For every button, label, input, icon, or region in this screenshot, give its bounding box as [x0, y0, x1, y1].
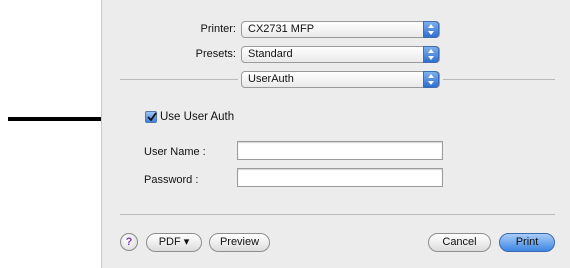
- panel-value: UserAuth: [248, 73, 294, 85]
- panel-popup[interactable]: UserAuth: [241, 71, 440, 88]
- print-button[interactable]: Print: [499, 233, 555, 252]
- presets-label: Presets:: [195, 48, 236, 60]
- preview-button[interactable]: Preview: [209, 233, 270, 252]
- password-field[interactable]: [237, 168, 443, 187]
- checkmark-icon: [147, 112, 157, 122]
- cancel-button[interactable]: Cancel: [428, 233, 491, 252]
- use-user-auth-checkbox[interactable]: [145, 111, 157, 123]
- use-user-auth-label: Use User Auth: [160, 111, 235, 123]
- printer-popup[interactable]: CX2731 MFP: [241, 21, 440, 38]
- presets-popup[interactable]: Standard: [241, 46, 440, 63]
- pdf-button[interactable]: PDF ▾: [146, 233, 202, 252]
- printer-value: CX2731 MFP: [248, 23, 315, 35]
- username-field[interactable]: [237, 141, 443, 160]
- panel-separator-left: [120, 79, 238, 80]
- printer-label: Printer:: [200, 23, 236, 35]
- print-dialog: Printer: CX2731 MFP Presets: Standard Us…: [101, 0, 570, 268]
- presets-popup-arrows-icon: [423, 46, 439, 63]
- presets-value: Standard: [248, 48, 293, 60]
- printer-popup-arrows-icon: [423, 21, 439, 38]
- password-label: Password :: [144, 174, 199, 186]
- panel-separator-right: [443, 79, 555, 80]
- footer-separator: [120, 214, 555, 215]
- username-label: User Name :: [144, 146, 206, 158]
- help-button[interactable]: ?: [120, 233, 138, 251]
- panel-popup-arrows-icon: [423, 71, 439, 88]
